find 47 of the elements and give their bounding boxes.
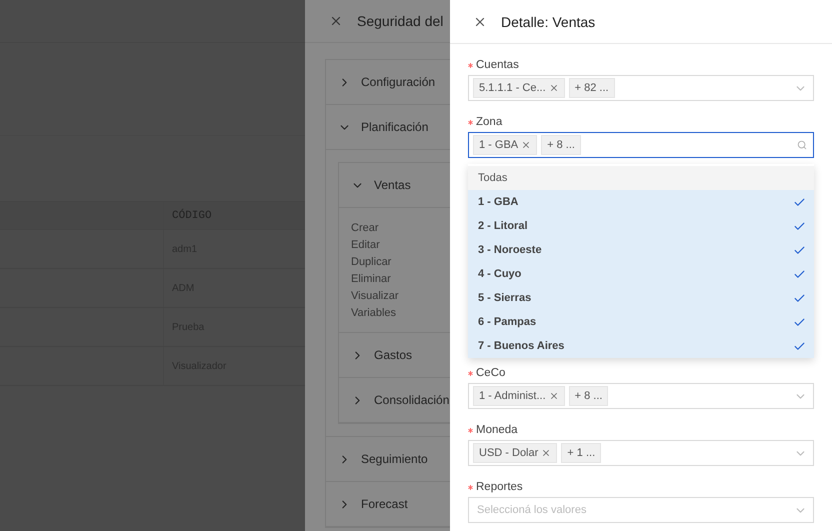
check-icon xyxy=(793,220,806,232)
selected-tag: USD - Dolar xyxy=(473,443,558,463)
selected-tag: 1 - Administ... xyxy=(473,386,565,406)
field-label: Zona xyxy=(476,116,502,128)
selected-tag: + 8 ... xyxy=(568,386,608,406)
field-label: CeCo xyxy=(476,367,506,379)
permission-label: Eliminar xyxy=(351,272,392,287)
panel-title: Seguridad del xyxy=(357,13,444,29)
selected-tag: + 82 ... xyxy=(568,78,615,98)
selected-tag: 5.1.1.1 - Ce... xyxy=(473,78,565,98)
permission-label: Visualizar xyxy=(351,289,400,304)
check-icon xyxy=(793,196,806,208)
dropdown-option[interactable]: 4 - Cuyo xyxy=(468,262,814,286)
remove-icon[interactable] xyxy=(521,140,532,150)
permission-label: Crear xyxy=(351,221,380,236)
close-icon[interactable] xyxy=(329,14,343,28)
selected-tag: + 8 ... xyxy=(541,135,581,155)
check-icon xyxy=(793,316,806,328)
check-icon xyxy=(793,244,806,256)
field-label: Cuentas xyxy=(476,59,519,71)
dropdown-option[interactable]: 3 - Noroeste xyxy=(468,238,814,262)
placeholder-text: Seleccioná los valores xyxy=(476,504,586,516)
dropdown-option[interactable]: 1 - GBA xyxy=(468,190,814,214)
multi-select-field[interactable]: 1 - GBA + 8 ... xyxy=(468,132,814,158)
field-label: Reportes xyxy=(476,481,523,493)
check-icon xyxy=(793,268,806,280)
remove-icon[interactable] xyxy=(548,83,559,93)
check-icon xyxy=(793,292,806,304)
dropdown-option[interactable]: 5 - Sierras xyxy=(468,286,814,310)
multi-select-field[interactable]: 1 - Administ... + 8 ... xyxy=(468,383,814,409)
dropdown-option[interactable]: Todas xyxy=(468,166,814,190)
multi-select-field[interactable]: USD - Dolar + 1 ... xyxy=(468,440,814,466)
search-icon xyxy=(797,140,807,150)
selected-tag: + 1 ... xyxy=(561,443,602,463)
dropdown-option[interactable]: 2 - Litoral xyxy=(468,214,814,238)
panel-title: Detalle: Ventas xyxy=(501,14,596,30)
selected-tag: 1 - GBA xyxy=(473,135,538,155)
permission-label: Duplicar xyxy=(351,255,392,270)
field-label: Moneda xyxy=(476,424,518,436)
remove-icon[interactable] xyxy=(548,391,559,401)
dropdown-option[interactable]: 6 - Pampas xyxy=(468,310,814,334)
multi-select-field[interactable]: 5.1.1.1 - Ce... + 82 ... xyxy=(468,75,814,101)
remove-icon[interactable] xyxy=(541,448,552,458)
dropdown-option[interactable]: 7 - Buenos Aires xyxy=(468,334,814,358)
permission-label: Variables xyxy=(351,306,398,321)
permission-label: Editar xyxy=(351,238,381,253)
check-icon xyxy=(793,340,806,352)
